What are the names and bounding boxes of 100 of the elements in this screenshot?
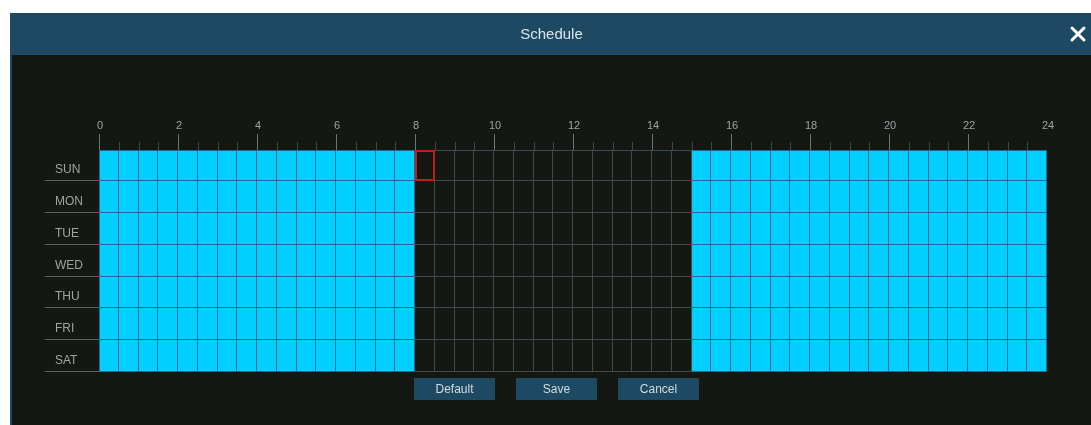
schedule-cell[interactable]	[731, 181, 751, 214]
schedule-cell[interactable]	[395, 181, 415, 214]
schedule-cell[interactable]	[770, 149, 791, 182]
schedule-cell[interactable]	[987, 149, 1008, 182]
schedule-cell[interactable]	[454, 308, 475, 341]
schedule-cell[interactable]	[889, 340, 909, 373]
schedule-cell[interactable]	[810, 149, 830, 182]
schedule-cell[interactable]	[118, 213, 139, 245]
schedule-cell[interactable]	[296, 181, 317, 214]
schedule-cell[interactable]	[375, 340, 396, 373]
schedule-cell[interactable]	[513, 308, 534, 341]
schedule-cell[interactable]	[375, 181, 396, 214]
schedule-cell[interactable]	[553, 276, 573, 309]
schedule-cell[interactable]	[770, 181, 791, 214]
schedule-cell[interactable]	[1007, 213, 1028, 245]
schedule-cell[interactable]	[415, 244, 435, 277]
schedule-cell[interactable]	[158, 213, 178, 245]
schedule-cell[interactable]	[790, 181, 810, 214]
schedule-cell[interactable]	[415, 340, 435, 373]
schedule-cell[interactable]	[592, 181, 613, 214]
schedule-cell[interactable]	[1027, 340, 1047, 373]
schedule-cell[interactable]	[474, 213, 494, 245]
schedule-cell[interactable]	[691, 149, 712, 182]
schedule-cell[interactable]	[731, 244, 751, 277]
schedule-cell[interactable]	[355, 181, 376, 214]
schedule-cell[interactable]	[316, 244, 336, 277]
schedule-cell[interactable]	[395, 308, 415, 341]
schedule-cell[interactable]	[810, 308, 830, 341]
schedule-cell[interactable]	[276, 149, 297, 182]
schedule-cell[interactable]	[987, 213, 1008, 245]
schedule-cell[interactable]	[276, 308, 297, 341]
action-button[interactable]: Save	[516, 378, 597, 401]
schedule-cell[interactable]	[908, 308, 929, 341]
schedule-cell[interactable]	[711, 340, 731, 373]
schedule-cell[interactable]	[652, 308, 672, 341]
schedule-cell[interactable]	[750, 213, 771, 245]
schedule-cell[interactable]	[810, 276, 830, 309]
schedule-cell[interactable]	[869, 308, 889, 341]
schedule-cell[interactable]	[750, 149, 771, 182]
schedule-cell[interactable]	[415, 213, 435, 245]
schedule-cell[interactable]	[553, 340, 573, 373]
schedule-cell[interactable]	[138, 213, 159, 245]
schedule-cell[interactable]	[711, 149, 731, 182]
schedule-cell[interactable]	[257, 149, 277, 182]
schedule-cell[interactable]	[612, 181, 633, 214]
schedule-cell[interactable]	[869, 149, 889, 182]
schedule-cell[interactable]	[296, 308, 317, 341]
schedule-cell[interactable]	[573, 149, 593, 182]
schedule-cell[interactable]	[138, 181, 159, 214]
schedule-cell[interactable]	[158, 149, 178, 182]
schedule-cell[interactable]	[869, 244, 889, 277]
schedule-cell[interactable]	[375, 213, 396, 245]
schedule-cell[interactable]	[908, 213, 929, 245]
schedule-cell[interactable]	[99, 308, 119, 341]
schedule-cell[interactable]	[355, 308, 376, 341]
schedule-cell[interactable]	[612, 308, 633, 341]
schedule-cell[interactable]	[237, 276, 257, 309]
schedule-cell[interactable]	[987, 340, 1008, 373]
schedule-cell[interactable]	[849, 181, 870, 214]
schedule-cell[interactable]	[731, 149, 751, 182]
schedule-cell[interactable]	[948, 308, 968, 341]
schedule-cell[interactable]	[553, 308, 573, 341]
schedule-cell[interactable]	[454, 213, 475, 245]
schedule-cell[interactable]	[178, 340, 198, 373]
schedule-cell[interactable]	[632, 340, 652, 373]
schedule-cell[interactable]	[731, 213, 751, 245]
schedule-cell[interactable]	[533, 213, 554, 245]
schedule-cell[interactable]	[652, 181, 672, 214]
schedule-cell[interactable]	[553, 244, 573, 277]
schedule-cell[interactable]	[237, 340, 257, 373]
schedule-cell[interactable]	[276, 213, 297, 245]
schedule-cell[interactable]	[217, 181, 238, 214]
schedule-cell[interactable]	[652, 149, 672, 182]
schedule-cell[interactable]	[237, 213, 257, 245]
schedule-cell[interactable]	[197, 213, 218, 245]
schedule-cell[interactable]	[691, 213, 712, 245]
schedule-cell[interactable]	[632, 244, 652, 277]
schedule-cell[interactable]	[948, 149, 968, 182]
schedule-cell[interactable]	[296, 149, 317, 182]
schedule-cell[interactable]	[810, 213, 830, 245]
schedule-cell[interactable]	[336, 340, 356, 373]
schedule-cell[interactable]	[968, 308, 988, 341]
schedule-cell[interactable]	[158, 308, 178, 341]
schedule-cell[interactable]	[790, 244, 810, 277]
schedule-cell[interactable]	[1027, 149, 1047, 182]
schedule-cell[interactable]	[968, 244, 988, 277]
schedule-cell[interactable]	[375, 308, 396, 341]
schedule-cell[interactable]	[731, 308, 751, 341]
schedule-cell[interactable]	[948, 181, 968, 214]
schedule-cell[interactable]	[711, 213, 731, 245]
schedule-cell[interactable]	[494, 213, 514, 245]
schedule-cell[interactable]	[1007, 308, 1028, 341]
schedule-cell[interactable]	[711, 244, 731, 277]
schedule-cell[interactable]	[592, 213, 613, 245]
schedule-cell[interactable]	[513, 213, 534, 245]
schedule-cell[interactable]	[316, 340, 336, 373]
schedule-cell[interactable]	[513, 340, 534, 373]
schedule-cell[interactable]	[237, 181, 257, 214]
schedule-cell[interactable]	[395, 276, 415, 309]
schedule-cell[interactable]	[474, 308, 494, 341]
